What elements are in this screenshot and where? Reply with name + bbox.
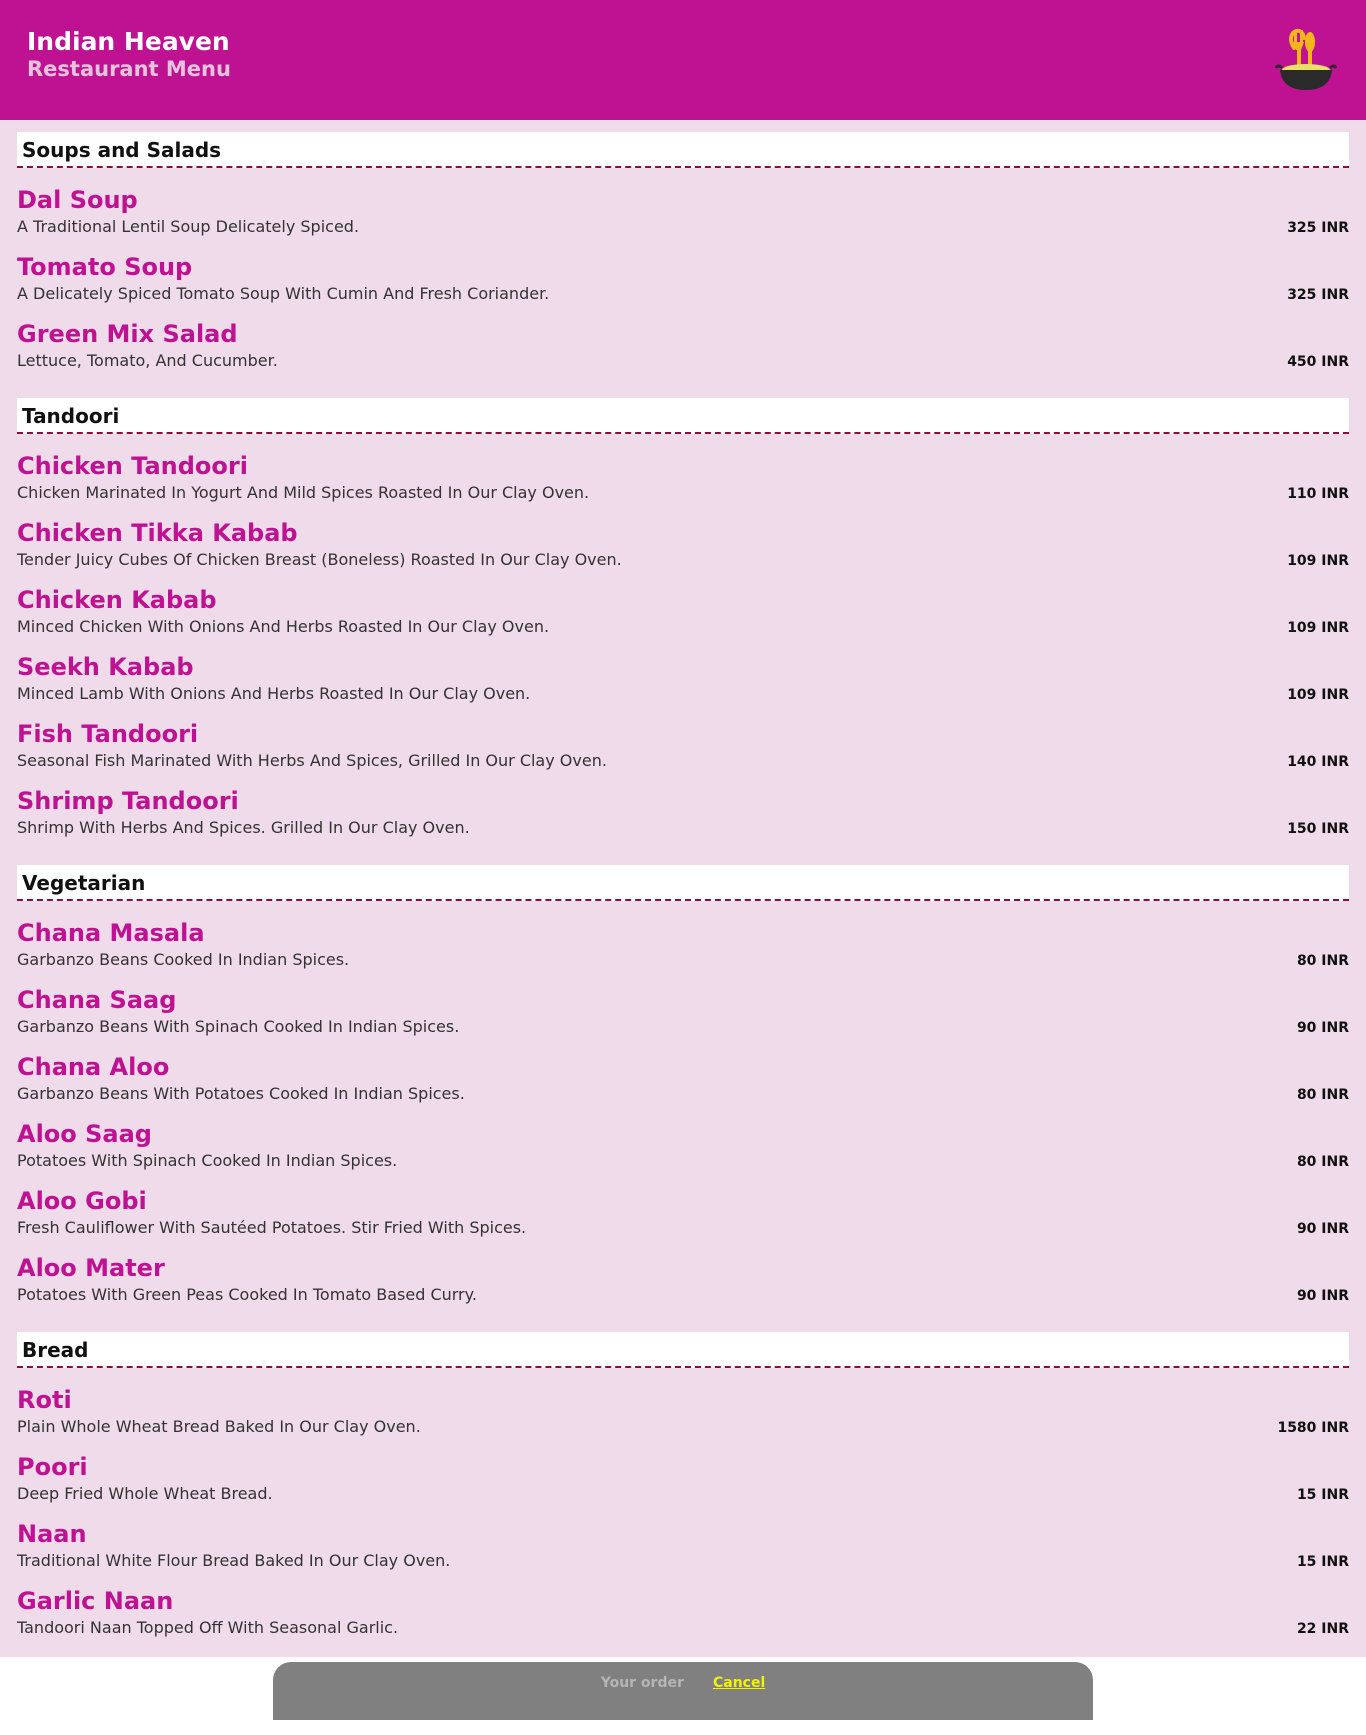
menu-item[interactable]: Tomato Soup A Delicately Spiced Tomato So… (17, 252, 1349, 319)
order-label: Your order (600, 1675, 684, 1691)
item-name: Chana Saag (17, 986, 177, 1014)
item-price: 1580 INR (1277, 1420, 1349, 1436)
menu-list: Soups and Salads Dal Soup A Traditional Le… (0, 120, 1366, 1657)
item-price: 15 INR (1296, 1554, 1349, 1570)
item-description: Potatoes With Green Peas Cooked In Tomat… (17, 1285, 477, 1304)
menu-page: Indian Heaven Restaurant Menu Soups and … (0, 0, 1366, 1735)
item-description: Fresh Cauliflower With Sautéed Potatoes.… (17, 1218, 527, 1237)
menu-item[interactable]: Chicken Tandoori Chicken Marinated In Yog… (17, 451, 1349, 518)
menu-section: Soups and Salads Dal Soup A Traditional Le… (0, 132, 1366, 386)
item-name: Chicken Tikka Kabab (17, 519, 298, 547)
item-price: 15 INR (1296, 1487, 1349, 1503)
item-description: Seasonal Fish Marinated With Herbs And S… (17, 751, 607, 770)
menu-item[interactable]: Garlic Naan Tandoori Naan Topped Off With… (17, 1586, 1349, 1653)
menu-section: Bread Roti Plain Whole Wheat Bread Baked I… (0, 1332, 1366, 1653)
item-name: Chana Aloo (17, 1053, 170, 1081)
item-description: Shrimp With Herbs And Spices. Grilled In… (17, 818, 470, 837)
item-description: Traditional White Flour Bread Baked In O… (17, 1551, 451, 1570)
restaurant-name: Indian Heaven (27, 27, 230, 56)
item-description: Garbanzo Beans Cooked In Indian Spices. (17, 950, 350, 969)
item-description: Plain Whole Wheat Bread Baked In Our Cla… (17, 1417, 421, 1436)
section-title: Tandoori (17, 398, 1349, 434)
item-name: Chana Masala (17, 919, 205, 947)
menu-item[interactable]: Fish Tandoori Seasonal Fish Marinated Wit… (17, 719, 1349, 786)
item-description: Minced Lamb With Onions And Herbs Roaste… (17, 684, 531, 703)
menu-item[interactable]: Aloo Mater Potatoes With Green Peas Cooke… (17, 1253, 1349, 1320)
menu-item[interactable]: Roti Plain Whole Wheat Bread Baked In Our… (17, 1385, 1349, 1452)
section-title: Bread (17, 1332, 1349, 1368)
item-price: 80 INR (1296, 953, 1349, 969)
item-name: Roti (17, 1386, 72, 1414)
brand: Indian Heaven Restaurant Menu (27, 27, 231, 82)
item-list: Dal Soup A Traditional Lentil Soup Delica… (17, 168, 1349, 386)
menu-item[interactable]: Aloo Saag Potatoes With Spinach Cooked In… (17, 1119, 1349, 1186)
item-price: 80 INR (1296, 1154, 1349, 1170)
item-name: Naan (17, 1520, 87, 1548)
menu-item[interactable]: Chicken Kabab Minced Chicken With Onions … (17, 585, 1349, 652)
item-description: Potatoes With Spinach Cooked In Indian S… (17, 1151, 398, 1170)
item-name: Aloo Mater (17, 1254, 165, 1282)
item-price: 150 INR (1287, 821, 1349, 837)
menu-item[interactable]: Seekh Kabab Minced Lamb With Onions And H… (17, 652, 1349, 719)
menu-item[interactable]: Chana Aloo Garbanzo Beans With Potatoes C… (17, 1052, 1349, 1119)
item-description: Chicken Marinated In Yogurt And Mild Spi… (17, 483, 590, 502)
item-description: Garbanzo Beans With Spinach Cooked In In… (17, 1017, 460, 1036)
menu-item[interactable]: Shrimp Tandoori Shrimp With Herbs And Spi… (17, 786, 1349, 853)
item-list: Chicken Tandoori Chicken Marinated In Yog… (17, 434, 1349, 853)
item-description: Garbanzo Beans With Potatoes Cooked In I… (17, 1084, 465, 1103)
item-description: Tender Juicy Cubes Of Chicken Breast (Bo… (17, 550, 622, 569)
menu-item[interactable]: Green Mix Salad Lettuce, Tomato, And Cucu… (17, 319, 1349, 386)
item-name: Shrimp Tandoori (17, 787, 239, 815)
item-name: Green Mix Salad (17, 320, 238, 348)
item-name: Aloo Saag (17, 1120, 152, 1148)
item-description: Deep Fried Whole Wheat Bread. (17, 1484, 273, 1503)
item-price: 90 INR (1296, 1020, 1349, 1036)
section-title: Vegetarian (17, 865, 1349, 901)
item-description: A Delicately Spiced Tomato Soup With Cum… (17, 284, 550, 303)
section-title: Soups and Salads (17, 132, 1349, 168)
item-price: 325 INR (1287, 220, 1349, 236)
item-name: Chicken Tandoori (17, 452, 248, 480)
item-price: 22 INR (1296, 1621, 1349, 1637)
item-price: 90 INR (1296, 1288, 1349, 1304)
item-description: Lettuce, Tomato, And Cucumber. (17, 351, 278, 370)
item-name: Dal Soup (17, 186, 138, 214)
header-bar: Indian Heaven Restaurant Menu (0, 0, 1366, 120)
page-subtitle: Restaurant Menu (27, 57, 231, 81)
cancel-link[interactable]: Cancel (713, 1674, 765, 1692)
item-description: Tandoori Naan Topped Off With Seasonal G… (17, 1618, 399, 1637)
item-list: Roti Plain Whole Wheat Bread Baked In Our… (17, 1368, 1349, 1653)
item-price: 90 INR (1296, 1221, 1349, 1237)
item-description: Minced Chicken With Onions And Herbs Roa… (17, 617, 550, 636)
menu-item[interactable]: Chicken Tikka Kabab Tender Juicy Cubes Of… (17, 518, 1349, 585)
item-name: Seekh Kabab (17, 653, 194, 681)
menu-section: Vegetarian Chana Masala Garbanzo Beans Coo… (0, 865, 1366, 1320)
item-name: Tomato Soup (17, 253, 193, 281)
item-price: 140 INR (1287, 754, 1349, 770)
item-price: 450 INR (1287, 354, 1349, 370)
item-list: Chana Masala Garbanzo Beans Cooked In Ind… (17, 901, 1349, 1320)
menu-item[interactable]: Dal Soup A Traditional Lentil Soup Delica… (17, 185, 1349, 252)
order-bar: Your order Cancel (273, 1662, 1093, 1720)
item-name: Fish Tandoori (17, 720, 199, 748)
menu-item[interactable]: Chana Saag Garbanzo Beans With Spinach Co… (17, 985, 1349, 1052)
item-price: 110 INR (1287, 486, 1349, 502)
item-price: 109 INR (1287, 553, 1349, 569)
menu-item[interactable]: Aloo Gobi Fresh Cauliflower With Sautéed … (17, 1186, 1349, 1253)
menu-item[interactable]: Naan Traditional White Flour Bread Baked … (17, 1519, 1349, 1586)
item-name: Chicken Kabab (17, 586, 217, 614)
item-name: Aloo Gobi (17, 1187, 147, 1215)
item-name: Garlic Naan (17, 1587, 174, 1615)
item-description: A Traditional Lentil Soup Delicately Spi… (17, 217, 360, 236)
item-price: 325 INR (1287, 287, 1349, 303)
menu-item[interactable]: Poori Deep Fried Whole Wheat Bread. 15 INR (17, 1452, 1349, 1519)
cooking-pot-icon (1274, 28, 1338, 90)
item-name: Poori (17, 1453, 88, 1481)
menu-section: Tandoori Chicken Tandoori Chicken Marinate… (0, 398, 1366, 853)
item-price: 109 INR (1287, 620, 1349, 636)
item-price: 80 INR (1296, 1087, 1349, 1103)
item-price: 109 INR (1287, 687, 1349, 703)
menu-item[interactable]: Chana Masala Garbanzo Beans Cooked In Ind… (17, 918, 1349, 985)
